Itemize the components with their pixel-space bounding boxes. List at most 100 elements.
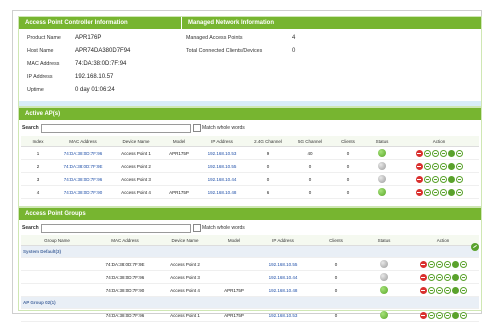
col-5g[interactable]: 5G Channel bbox=[289, 136, 331, 147]
col-group-name[interactable]: Group Name bbox=[21, 235, 93, 246]
col-mac[interactable]: MAC Address bbox=[55, 136, 111, 147]
remove-icon[interactable] bbox=[415, 175, 423, 183]
col-clients[interactable]: Clients bbox=[331, 136, 365, 147]
refresh-icon[interactable] bbox=[443, 311, 451, 319]
col-mac[interactable]: MAC Address bbox=[93, 235, 157, 246]
group-row-ap-group-02[interactable]: AP Group 02(1) bbox=[21, 296, 479, 309]
ip-cell[interactable]: 192.168.10.44 bbox=[197, 172, 247, 186]
uptime-label: Uptime bbox=[27, 87, 44, 93]
index-cell: 4 bbox=[21, 185, 55, 199]
ap-group-icon[interactable] bbox=[459, 311, 467, 319]
network-icon[interactable] bbox=[447, 149, 455, 157]
group-name-cell[interactable]: System Default(3) bbox=[21, 245, 479, 258]
ch5-cell: 0 bbox=[289, 172, 331, 186]
wrench-icon[interactable] bbox=[427, 260, 435, 268]
ap-group-icon[interactable] bbox=[455, 188, 463, 196]
status-cell bbox=[361, 257, 407, 271]
col-ip[interactable]: IP Address bbox=[255, 235, 311, 246]
remove-icon[interactable] bbox=[419, 273, 427, 281]
ip-cell[interactable]: 192.168.10.55 bbox=[255, 257, 311, 271]
remove-icon[interactable] bbox=[419, 311, 427, 319]
refresh-icon[interactable] bbox=[443, 260, 451, 268]
ap-group-icon[interactable] bbox=[459, 286, 467, 294]
edit-icon[interactable] bbox=[435, 273, 443, 281]
mac-cell: 74:DA:38:0D:7F:9E bbox=[93, 257, 157, 271]
network-icon[interactable] bbox=[451, 273, 459, 281]
mac-cell: 74:DA:38:0D:7F:90 bbox=[93, 283, 157, 297]
remove-icon[interactable] bbox=[419, 286, 427, 294]
remove-icon[interactable] bbox=[415, 149, 423, 157]
remove-icon[interactable] bbox=[419, 260, 427, 268]
col-clients[interactable]: Clients bbox=[311, 235, 361, 246]
network-icon[interactable] bbox=[451, 286, 459, 294]
ip-cell[interactable]: 192.168.10.48 bbox=[255, 283, 311, 297]
col-model[interactable]: Model bbox=[213, 235, 255, 246]
edit-icon[interactable] bbox=[435, 286, 443, 294]
edit-icon[interactable] bbox=[431, 149, 439, 157]
ap-groups-match-whole-checkbox[interactable] bbox=[193, 224, 201, 232]
refresh-icon[interactable] bbox=[439, 149, 447, 157]
group-row-system-default[interactable]: System Default(3) bbox=[21, 245, 479, 258]
refresh-icon[interactable] bbox=[439, 188, 447, 196]
refresh-icon[interactable] bbox=[439, 175, 447, 183]
device-name-cell: Access Point 4 bbox=[157, 283, 213, 297]
network-icon[interactable] bbox=[447, 162, 455, 170]
ap-group-icon[interactable] bbox=[459, 260, 467, 268]
group-name-cell[interactable]: AP Group 02(1) bbox=[21, 296, 479, 309]
refresh-icon[interactable] bbox=[443, 286, 451, 294]
controller-info: Access Point Controller Information Prod… bbox=[19, 17, 182, 106]
wrench-icon[interactable] bbox=[423, 175, 431, 183]
network-icon[interactable] bbox=[451, 311, 459, 319]
ip-cell[interactable]: 192.168.10.53 bbox=[255, 308, 311, 322]
network-icon[interactable] bbox=[447, 188, 455, 196]
ip-cell[interactable]: 192.168.10.55 bbox=[197, 159, 247, 173]
wrench-icon[interactable] bbox=[423, 188, 431, 196]
col-index[interactable]: Index bbox=[21, 136, 55, 147]
edit-icon[interactable] bbox=[431, 175, 439, 183]
controller-info-title: Access Point Controller Information bbox=[19, 17, 181, 29]
network-icon[interactable] bbox=[447, 175, 455, 183]
host-name-label: Host Name bbox=[27, 48, 54, 54]
refresh-icon[interactable] bbox=[439, 162, 447, 170]
action-cell bbox=[399, 172, 479, 186]
edit-icon[interactable] bbox=[431, 162, 439, 170]
col-ip[interactable]: IP Address bbox=[197, 136, 247, 147]
ap-group-icon[interactable] bbox=[455, 175, 463, 183]
edit-icon[interactable] bbox=[435, 260, 443, 268]
mac-cell[interactable]: 74:DA:38:0D:7F:96 bbox=[55, 172, 111, 186]
edit-icon[interactable] bbox=[435, 311, 443, 319]
mac-address-row: MAC Address 74:DA:38:0D:7F:94 bbox=[27, 61, 126, 67]
add-group-icon[interactable] bbox=[471, 243, 479, 251]
col-status[interactable]: Status bbox=[365, 136, 399, 147]
col-model[interactable]: Model bbox=[161, 136, 197, 147]
active-aps-search-input[interactable] bbox=[41, 124, 191, 133]
mac-cell[interactable]: 74:DA:38:0D:7F:90 bbox=[55, 185, 111, 199]
active-aps-match-whole-checkbox[interactable] bbox=[193, 124, 201, 132]
remove-icon[interactable] bbox=[415, 188, 423, 196]
mac-cell[interactable]: 74:DA:38:0D:7F:9E bbox=[55, 159, 111, 173]
wrench-icon[interactable] bbox=[427, 286, 435, 294]
ap-group-icon[interactable] bbox=[455, 149, 463, 157]
edit-icon[interactable] bbox=[431, 188, 439, 196]
ip-cell[interactable]: 192.168.10.44 bbox=[255, 270, 311, 284]
refresh-icon[interactable] bbox=[443, 273, 451, 281]
mac-cell[interactable]: 74:DA:38:0D:7F:96 bbox=[55, 146, 111, 160]
ap-group-icon[interactable] bbox=[459, 273, 467, 281]
col-device-name[interactable]: Device Name bbox=[111, 136, 161, 147]
wrench-icon[interactable] bbox=[427, 273, 435, 281]
col-device-name[interactable]: Device Name bbox=[157, 235, 213, 246]
network-icon[interactable] bbox=[451, 260, 459, 268]
col-status[interactable]: Status bbox=[361, 235, 407, 246]
wrench-icon[interactable] bbox=[423, 162, 431, 170]
remove-icon[interactable] bbox=[415, 162, 423, 170]
wrench-icon[interactable] bbox=[427, 311, 435, 319]
ip-cell[interactable]: 192.168.10.53 bbox=[197, 146, 247, 160]
wrench-icon[interactable] bbox=[423, 149, 431, 157]
col-24g[interactable]: 2.4G Channel bbox=[247, 136, 289, 147]
clients-cell: 0 bbox=[311, 283, 361, 297]
ap-groups-search-input[interactable] bbox=[41, 224, 191, 233]
ap-group-icon[interactable] bbox=[455, 162, 463, 170]
ip-cell[interactable]: 192.168.10.48 bbox=[197, 185, 247, 199]
model-cell: APR175P bbox=[161, 146, 197, 160]
index-cell: 2 bbox=[21, 159, 55, 173]
